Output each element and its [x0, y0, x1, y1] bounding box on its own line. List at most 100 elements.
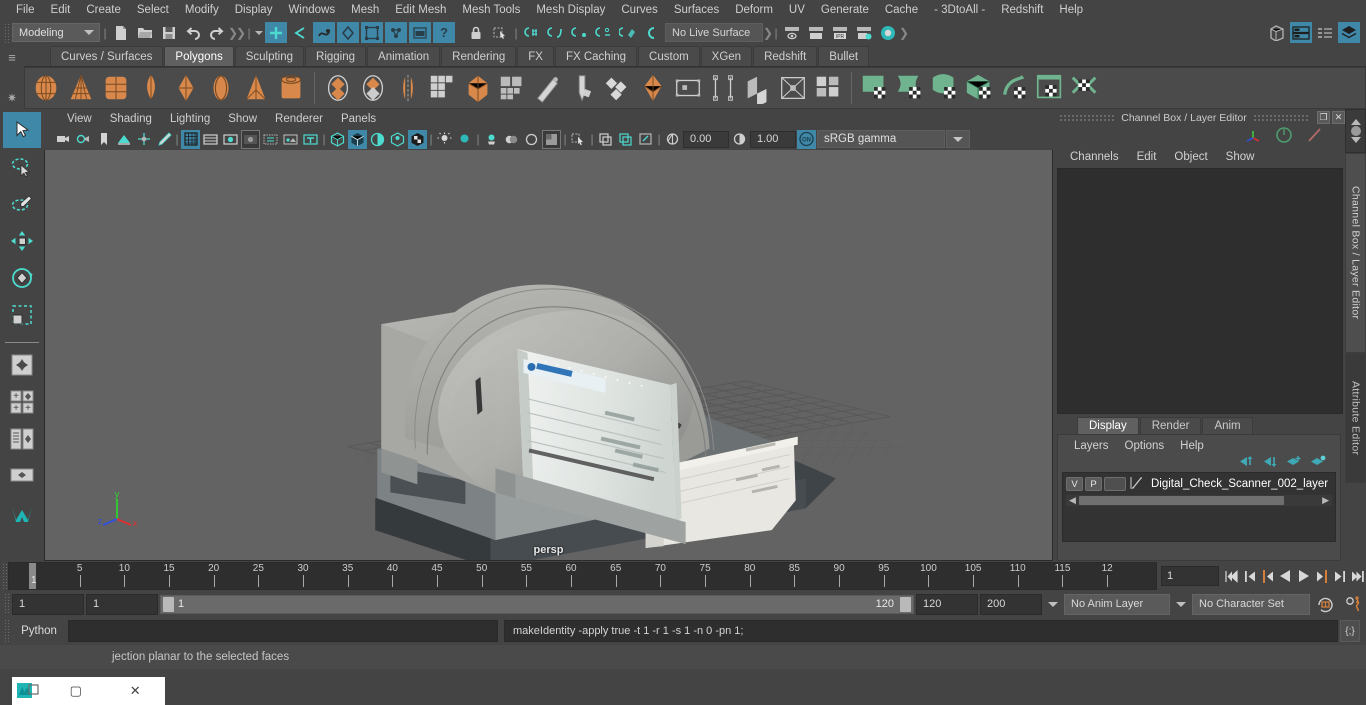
ipr-render-icon[interactable]: IPR	[829, 22, 851, 43]
auto-key-icon[interactable]	[1312, 596, 1338, 613]
gamma-icon[interactable]	[730, 130, 749, 149]
layer-row[interactable]: V P Digital_Check_Scanner_002_layer	[1066, 476, 1332, 492]
viewport-menu-renderer[interactable]: Renderer	[266, 113, 332, 125]
scale-tool[interactable]	[3, 297, 41, 333]
move-tool[interactable]	[3, 223, 41, 259]
menu-item-mesh-tools[interactable]: Mesh Tools	[454, 0, 528, 20]
close-icon[interactable]: ✕	[106, 677, 166, 705]
layer-list-hscrollbar[interactable]: ◀ ▶	[1066, 495, 1332, 506]
grid-snap-display-icon[interactable]	[616, 130, 635, 149]
bookmark-icon[interactable]	[94, 130, 113, 149]
step-forward-frame-icon[interactable]	[1313, 565, 1330, 587]
menu-item-redshift[interactable]: Redshift	[993, 0, 1051, 20]
shelf-button-poly-booleans-union[interactable]	[321, 71, 355, 105]
restore-icon[interactable]: ❐	[1317, 111, 1330, 124]
render-current-frame-icon[interactable]	[805, 22, 827, 43]
toggle-attribute-icon[interactable]	[1314, 22, 1336, 43]
select-mask-edge-icon[interactable]	[361, 22, 383, 43]
command-line-grip[interactable]	[4, 619, 10, 643]
textured-icon[interactable]	[388, 130, 407, 149]
tool-settings-icon[interactable]	[1305, 126, 1323, 147]
shelf-button-poly-combine[interactable]	[426, 71, 460, 105]
layer-visibility-toggle[interactable]: V	[1066, 477, 1083, 491]
xray-icon[interactable]	[542, 129, 561, 149]
layer-tab-anim[interactable]: Anim	[1202, 417, 1253, 434]
scroll-right-icon[interactable]: ▶	[1319, 495, 1332, 506]
select-mask-vertex-icon[interactable]	[337, 22, 359, 43]
shelf-button-poly-pyramid[interactable]	[239, 71, 273, 105]
shelf-button-poly-quad-draw[interactable]	[811, 71, 845, 105]
use-all-lights-icon[interactable]	[408, 129, 427, 149]
range-slider-grip[interactable]	[4, 593, 10, 615]
wireframe-icon[interactable]	[328, 130, 347, 149]
close-icon[interactable]: ✕	[1332, 111, 1345, 124]
shelf-button-poly-mirror[interactable]	[391, 71, 425, 105]
dock-scroll-spinner[interactable]	[1345, 109, 1366, 153]
shaded-wireframe-icon[interactable]	[368, 130, 387, 149]
character-set-dropdown-arrow[interactable]	[1176, 601, 1186, 607]
grid-display-icon[interactable]	[596, 130, 615, 149]
shelf-button-poly-wedge[interactable]	[741, 71, 775, 105]
menu-item-edit[interactable]: Edit	[43, 0, 79, 20]
shelf-button-uv-automatic[interactable]	[963, 71, 997, 105]
attribute-editor-icon[interactable]	[1275, 126, 1293, 147]
ambient-occlusion-icon[interactable]	[455, 130, 474, 149]
panel-grip-left[interactable]	[1059, 113, 1116, 122]
shelf-button-poly-pipe[interactable]	[274, 71, 308, 105]
menu-item-modify[interactable]: Modify	[177, 0, 227, 20]
anim-start-field[interactable]: 1	[86, 593, 158, 615]
redo-icon[interactable]	[206, 22, 228, 43]
layer-name[interactable]: Digital_Check_Scanner_002_layer	[1151, 478, 1328, 490]
menu-item-file[interactable]: File	[8, 0, 43, 20]
chevron-down-icon[interactable]	[1350, 137, 1361, 143]
app-thumbnail-icon[interactable]	[12, 681, 46, 701]
shelf-button-poly-cube[interactable]	[99, 71, 133, 105]
render-view-icon[interactable]	[781, 22, 803, 43]
select-mask-help-icon[interactable]: ?	[433, 22, 455, 43]
shelf-tab-sculpting[interactable]: Sculpting	[234, 46, 305, 66]
viewport-menu-shading[interactable]: Shading	[101, 113, 161, 125]
shelf-tab-bullet[interactable]: Bullet	[818, 46, 870, 66]
save-scene-icon[interactable]	[158, 22, 180, 43]
snap-magnet-icon[interactable]	[641, 22, 663, 43]
select-by-component-icon[interactable]	[313, 22, 335, 43]
lock-camera-icon[interactable]	[74, 130, 93, 149]
depth-peeling-icon[interactable]	[522, 130, 541, 149]
shelf-tab-polygons[interactable]: Polygons	[164, 46, 234, 66]
menu-item-edit-mesh[interactable]: Edit Mesh	[387, 0, 454, 20]
script-editor-icon[interactable]: {;}	[1340, 620, 1360, 642]
shelf-tab-redshift[interactable]: Redshift	[753, 46, 818, 66]
shelf-button-poly-booleans-difference[interactable]	[356, 71, 390, 105]
select-camera-icon[interactable]	[54, 130, 73, 149]
menu-item-cache[interactable]: Cache	[877, 0, 926, 20]
channel-box-menu-channels[interactable]: Channels	[1061, 151, 1128, 163]
command-language-label[interactable]: Python	[12, 625, 66, 637]
popup-window-controls[interactable]: ▢ ✕	[12, 677, 165, 705]
current-frame-field[interactable]: 1	[1161, 566, 1219, 586]
color-space-field[interactable]: sRGB gamma	[817, 130, 945, 148]
overflow-chevron-icon[interactable]	[254, 24, 263, 42]
layer-playback-toggle[interactable]: P	[1085, 477, 1102, 491]
menu-item-deform[interactable]: Deform	[727, 0, 781, 20]
menu-item-generate[interactable]: Generate	[813, 0, 877, 20]
shelf-button-poly-bridge[interactable]	[671, 71, 705, 105]
rotate-tool[interactable]	[3, 260, 41, 296]
new-layer-from-selected-icon[interactable]	[1310, 455, 1326, 471]
shelf-button-poly-torus[interactable]	[204, 71, 238, 105]
shelf-button-uv-layout[interactable]	[1068, 71, 1102, 105]
viewport-menu-panels[interactable]: Panels	[332, 113, 385, 125]
safe-title-icon[interactable]	[301, 130, 320, 149]
shelf-tab-animation[interactable]: Animation	[367, 46, 441, 66]
shelf-button-poly-plane[interactable]	[169, 71, 203, 105]
go-to-end-icon[interactable]	[1349, 565, 1366, 587]
shelf-tab-rigging[interactable]: Rigging	[305, 46, 367, 66]
channel-box-content[interactable]	[1057, 168, 1343, 414]
shelf-options-icon[interactable]: ✷	[7, 91, 17, 105]
select-tool[interactable]	[3, 112, 41, 148]
channel-box-menu-edit[interactable]: Edit	[1128, 151, 1166, 163]
two-d-pan-zoom-icon[interactable]	[134, 130, 153, 149]
film-gate-icon[interactable]	[201, 130, 220, 149]
spinner-handle[interactable]	[1350, 126, 1361, 136]
new-scene-icon[interactable]	[110, 22, 132, 43]
shelf-button-uv-cylindrical[interactable]	[893, 71, 927, 105]
